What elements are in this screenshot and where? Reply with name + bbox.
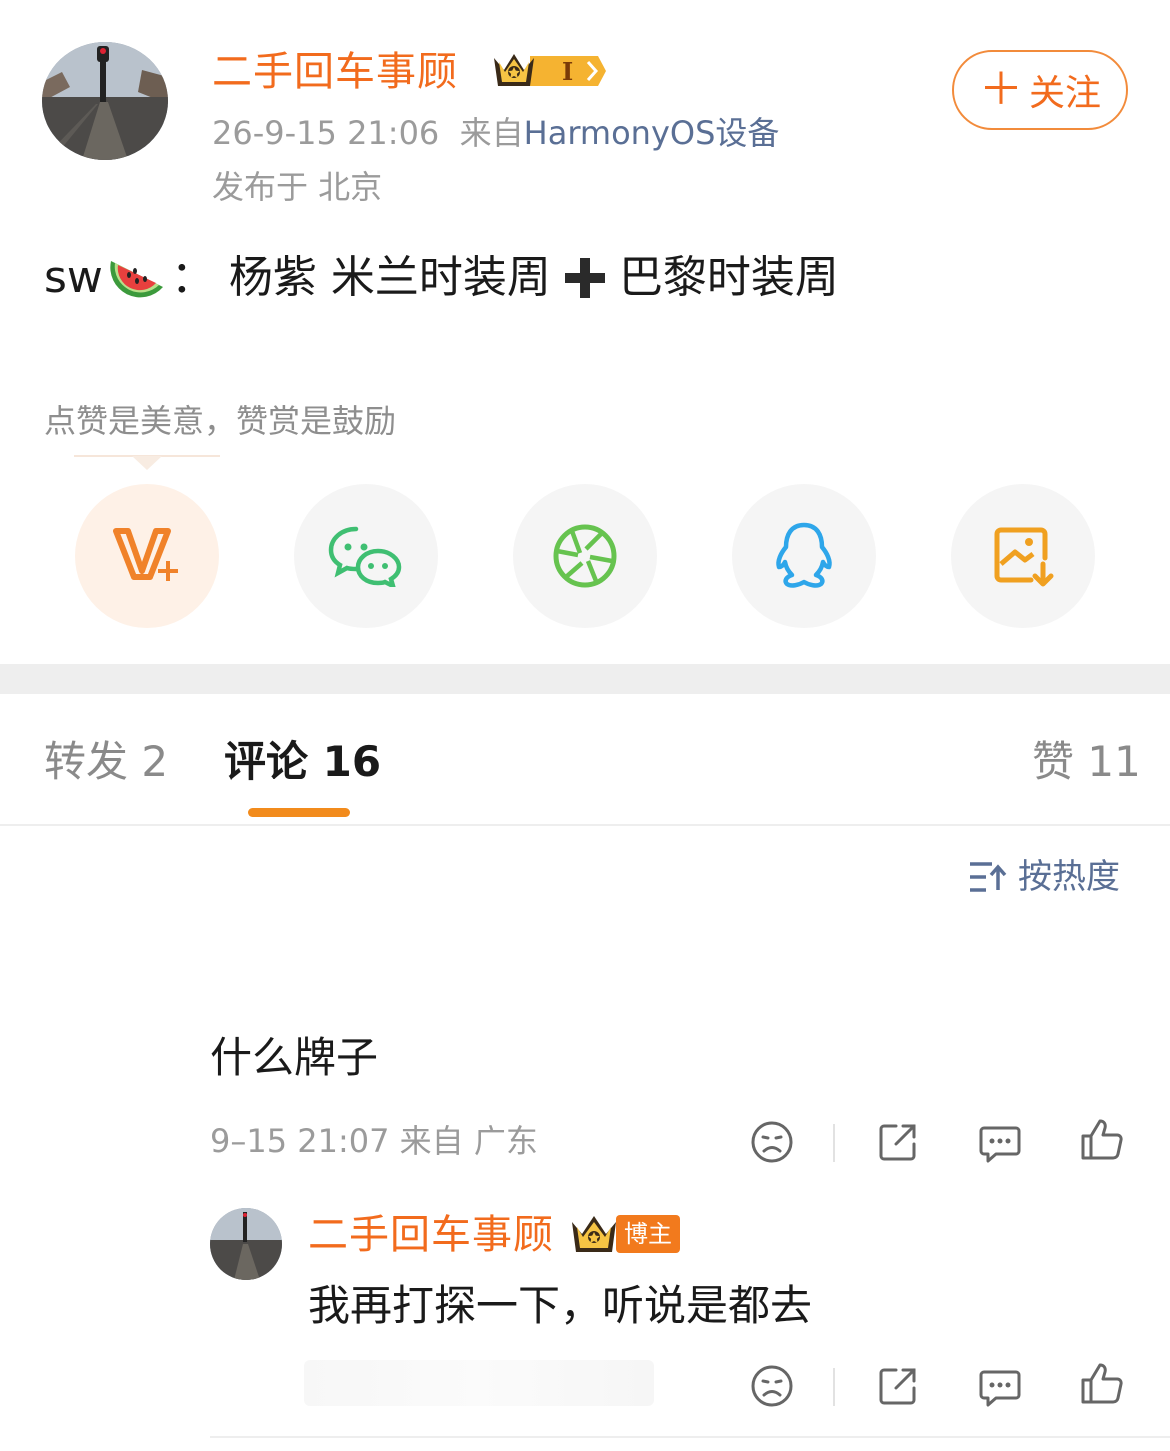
like-thumb-icon[interactable] <box>1078 1116 1126 1164</box>
level-text: I <box>562 57 573 86</box>
post-colon: ： <box>170 252 215 303</box>
post-meta: 26-9-15 21:06 来自HarmonyOS设备 <box>212 110 779 156</box>
dislike-face-icon[interactable] <box>748 1362 796 1410</box>
device-link[interactable]: HarmonyOS设备 <box>524 114 780 152</box>
active-tab-indicator <box>248 808 350 817</box>
wechat-share-button[interactable] <box>294 484 438 628</box>
heavy-plus-icon <box>564 258 605 298</box>
section-divider <box>0 664 1170 694</box>
action-separator <box>833 1124 835 1162</box>
vplus-icon <box>113 528 178 581</box>
comment-text: 什么牌子 <box>210 1033 379 1082</box>
wechat-icon <box>328 526 402 587</box>
reply-author-name[interactable]: 二手回车事顾 <box>308 1208 554 1262</box>
vplus-share-button[interactable] <box>75 484 219 628</box>
like-thumb-icon[interactable] <box>1078 1360 1126 1408</box>
post-text-a: 杨紫 米兰时装周 <box>228 252 551 303</box>
save-image-share-button[interactable] <box>951 484 1095 628</box>
post-content: sw ： 杨紫 米兰时装周 巴黎时装周 <box>44 246 839 310</box>
tab-comment[interactable]: 评论 16 <box>224 734 381 790</box>
author-name[interactable]: 二手回车事顾 <box>212 44 458 100</box>
moments-icon <box>553 524 617 588</box>
reply-comment-icon[interactable] <box>976 1118 1024 1166</box>
dislike-face-icon[interactable] <box>748 1118 796 1166</box>
sort-label: 按热度 <box>1018 857 1120 897</box>
vip-crown-badge[interactable]: I <box>490 48 608 94</box>
reply-comment-icon[interactable] <box>976 1362 1024 1410</box>
tab-like[interactable]: 赞 11 <box>1032 734 1141 790</box>
post-prefix: sw <box>44 252 103 303</box>
sort-toggle[interactable]: 按热度 <box>968 854 1120 900</box>
sort-icon <box>970 862 1007 892</box>
source-prefix: 来自 <box>459 114 524 152</box>
comment-meta: 9–15 21:07 来自 广东 <box>210 1122 538 1160</box>
reward-tip: 点赞是美意，赞赏是鼓励 <box>44 402 397 440</box>
save-image-icon <box>994 527 1054 587</box>
share-icon[interactable] <box>874 1118 922 1166</box>
plus-icon: ＋ <box>978 64 1023 115</box>
post-text-b: 巴黎时装周 <box>618 252 839 303</box>
tip-pointer <box>74 455 220 470</box>
qq-share-button[interactable] <box>732 484 876 628</box>
crown-icon <box>572 1216 616 1252</box>
author-avatar[interactable] <box>42 42 168 160</box>
action-separator <box>833 1368 835 1406</box>
tab-divider <box>0 824 1170 826</box>
watermelon-emoji-icon <box>110 261 163 298</box>
reply-text: 我再打探一下，听说是都去 <box>308 1281 813 1330</box>
post-time: 26-9-15 21:06 <box>212 114 440 152</box>
comment-divider <box>210 1436 1170 1438</box>
post-location: 发布于 北京 <box>212 168 383 206</box>
follow-button[interactable]: ＋关注 <box>952 50 1128 130</box>
tab-repost[interactable]: 转发 2 <box>44 734 168 790</box>
share-icon[interactable] <box>874 1362 922 1410</box>
blurred-meta <box>304 1360 654 1406</box>
reply-avatar[interactable] <box>210 1208 282 1280</box>
blogger-tag: 博主 <box>616 1215 680 1253</box>
qq-icon <box>776 522 832 588</box>
reply-badge: 博主 <box>568 1212 680 1256</box>
moments-share-button[interactable] <box>513 484 657 628</box>
